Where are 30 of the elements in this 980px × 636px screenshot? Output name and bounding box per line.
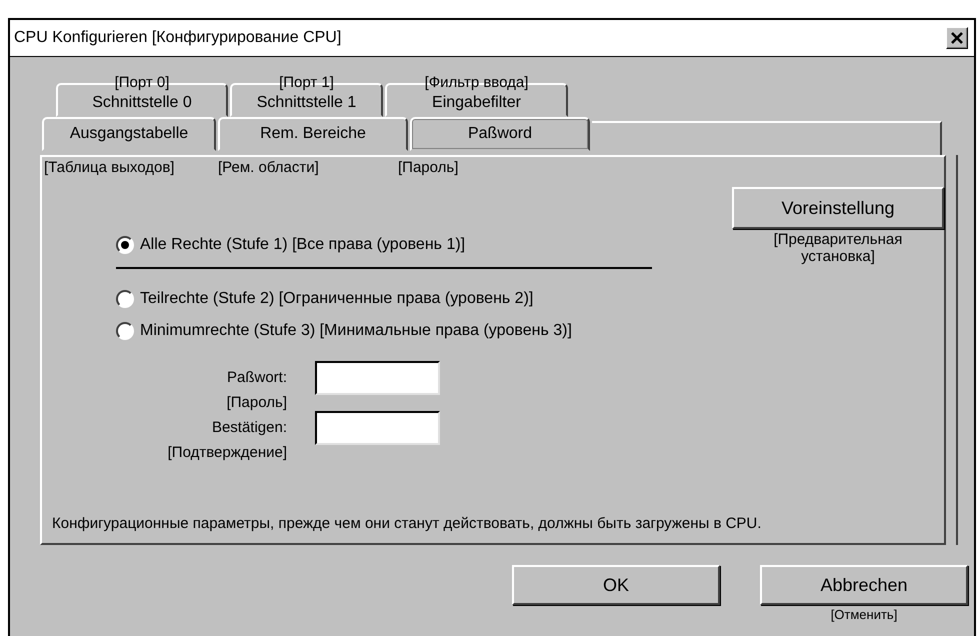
field-annotation: [Пароль] <box>226 393 287 413</box>
radio-button[interactable] <box>116 322 134 340</box>
radio-option[interactable]: Teilrechte (Stufe 2) [Ограниченные права (уровень 2)] <box>116 283 652 315</box>
tab[interactable]: Paßword <box>410 117 590 151</box>
button-annotation: [Отменить] <box>830 607 898 622</box>
radio-label: Teilrechte (Stufe 2) [Ограниченные права (уровень 2)] <box>140 290 534 308</box>
cancel-button[interactable]: Abbrechen <box>760 565 968 605</box>
radio-label: Minimumrechte (Stufe 3) [Минимальные права (уровень 3)] <box>140 322 572 340</box>
tab[interactable]: Ausgangstabelle <box>42 117 216 151</box>
info-text: Конфигурационные параметры, прежде чем они станут действовать, должны быть загружены в CPU. <box>52 514 762 534</box>
ok-button[interactable]: OK <box>512 565 720 605</box>
preset-button[interactable]: Voreinstellung <box>732 187 944 229</box>
radio-option[interactable]: Alle Rechte (Stufe 1) [Все права (уровень 1)] <box>116 229 652 261</box>
input-field[interactable] <box>315 411 440 445</box>
tab-annotation: [Пароль] <box>398 159 458 176</box>
field-label: Bestätigen: <box>212 418 287 438</box>
tab[interactable]: Rem. Bereiche <box>218 117 408 151</box>
tab-annotation: [Рем. области] <box>218 159 319 176</box>
radio-option[interactable]: Minimumrechte (Stufe 3) [Минимальные права (уровень 3)] <box>116 315 652 347</box>
field-label: Paßwort: <box>226 368 287 388</box>
button-annotation: [Предварительная установка] <box>772 231 904 265</box>
window-title: CPU Konfigurieren [Конфигурирование CPU] <box>14 29 342 47</box>
input-field[interactable] <box>315 361 440 395</box>
close-button[interactable] <box>946 27 968 49</box>
tab-annotation: [Таблица выходов] <box>44 159 174 176</box>
field-annotation: [Подтверждение] <box>168 443 287 463</box>
radio-button[interactable] <box>116 236 134 254</box>
close-icon <box>951 32 963 44</box>
radio-label: Alle Rechte (Stufe 1) [Все права (уровень 1)] <box>140 236 466 254</box>
radio-button[interactable] <box>116 290 134 308</box>
